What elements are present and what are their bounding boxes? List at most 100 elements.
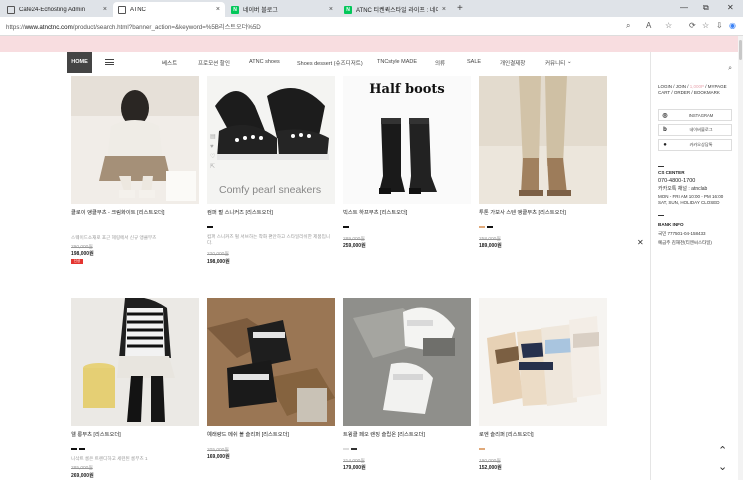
product-card[interactable]: Half boots 빅스트 하프부츠 [리스트오더] 289,000원 259… [343, 76, 471, 276]
list-icon[interactable]: ▤ [210, 134, 217, 141]
close-icon[interactable]: × [103, 6, 107, 13]
blog-icon: b [663, 127, 667, 133]
product-name[interactable]: 예래량드 메쉬 볼 슬리퍼 [리스트오더] [207, 430, 289, 438]
nav-shoes-dessert[interactable]: Shoes dessert (슈즈디저트) [297, 59, 363, 67]
nav-atnc-shoes[interactable]: ATNC shoes [249, 59, 280, 65]
product-image[interactable] [71, 298, 199, 426]
original-price: 220,000원 [207, 252, 229, 257]
product-name[interactable]: 컴퍼 펄 스니커즈 [리스트오더] [207, 208, 273, 216]
close-icon[interactable]: × [216, 6, 220, 13]
sale-price: 259,000원 [343, 243, 366, 249]
chevron-down-icon[interactable]: ⌄ [567, 59, 572, 65]
product-image[interactable] [479, 76, 607, 204]
minimize-icon[interactable]: — [680, 3, 688, 12]
kakao-channel: 카카오톡 채널 : atnclab [658, 186, 708, 192]
nav-tncstyle-made[interactable]: TNCstyle MADE [377, 59, 417, 65]
product-name[interactable]: 트윙클 페오 랜징 슬립온 [리스트오더] [343, 430, 425, 438]
nav-payment[interactable]: 개인결제창 [500, 59, 525, 67]
nav-best[interactable]: 베스트 [162, 59, 177, 67]
search-icon[interactable]: ⌕ [728, 65, 732, 73]
zoom-icon[interactable]: ⌕ [626, 21, 630, 31]
original-price: 290,000원 [71, 245, 93, 250]
nav-community[interactable]: 커뮤니티 [545, 59, 565, 67]
product-name[interactable]: 클로이 앵클부츠 - 크림화이트 [리스트오더] [71, 208, 164, 216]
new-badge: 신상 [71, 259, 83, 264]
kakao-talk-button[interactable]: ● 카카오상담톡 [658, 139, 732, 151]
product-image[interactable] [71, 76, 199, 204]
instagram-button[interactable]: ◎ INSTAGRAM [658, 109, 732, 121]
tab-cafe24[interactable]: Cafe24-Echosting Admin × [2, 2, 112, 17]
new-tab-button[interactable]: + [457, 3, 463, 14]
close-window-icon[interactable]: ✕ [727, 3, 734, 12]
divider [658, 215, 664, 216]
product-description: 스웨이드소재로 포근 헤링에서 신규 앵클부츠 [71, 235, 157, 240]
scrollbar[interactable] [738, 36, 743, 480]
product-name[interactable]: 빅스트 하프부츠 [리스트오더] [343, 208, 407, 216]
swatch [479, 448, 485, 450]
naver-icon: N [231, 5, 239, 14]
nav-promotion[interactable]: 프로모션 할인 [198, 59, 230, 67]
product-card[interactable]: 웰 롱부츠 [리스트오더] 니삭트 롱은 트렌디하고 세련된 롱부츠 1 285… [71, 298, 199, 480]
product-card[interactable]: ▤ ♥ ♡ ⇱ Comfy pearl sneakers 컴퍼 펄 스니커즈 [… [207, 76, 335, 276]
url-text[interactable]: https://www.atnctnc.com/product/search.h… [6, 22, 261, 31]
scrollbar-thumb[interactable] [739, 40, 742, 60]
page-icon [7, 5, 15, 14]
sale-price: 169,000원 [207, 454, 230, 460]
tab-naver-blog[interactable]: N 네이버 블로그 × [226, 2, 338, 17]
heart-icon[interactable]: ♡ [210, 154, 217, 161]
scroll-up-icon[interactable]: ⌃ [718, 444, 727, 457]
image-caption: Half boots [369, 82, 445, 97]
product-image[interactable]: Half boots [343, 76, 471, 204]
read-aloud-icon[interactable]: A [646, 21, 651, 30]
product-name[interactable]: 투톤 가보사 스텐 앵클부츠 [리스트오더] [479, 208, 566, 216]
product-card[interactable]: 클로이 앵클부츠 - 크림화이트 [리스트오더] 스웨이드소재로 포근 헤링에서… [71, 76, 199, 276]
sale-price: 198,000원 [71, 251, 94, 257]
nav-clothing[interactable]: 의류 [435, 59, 445, 67]
account-links[interactable]: LOGIN / JOIN / 1,000P / MYPAGE CART / OR… [658, 84, 727, 96]
product-image[interactable] [479, 298, 607, 426]
product-card[interactable]: 트윙클 페오 랜징 슬립온 [리스트오더] 214,000원 179,000원 [343, 298, 471, 480]
original-price: 190,000원 [479, 459, 501, 464]
divider [658, 166, 664, 167]
product-card[interactable]: 로엔 슬리퍼 [리스트오더] 190,000원 152,000원 [479, 298, 607, 480]
favorites-icon[interactable]: ☆ [702, 21, 709, 30]
expand-icon[interactable]: ⇱ [210, 164, 217, 171]
close-icon[interactable]: × [329, 6, 333, 13]
product-description: 니삭트 롱은 트렌디하고 세련된 롱부츠 1 [71, 456, 148, 461]
cs-center-title: CS CENTER [658, 170, 685, 175]
close-icon[interactable]: × [442, 6, 446, 13]
downloads-icon[interactable]: ⇩ [716, 21, 723, 30]
product-name[interactable]: 웰 롱부츠 [리스트오더] [71, 430, 121, 438]
copilot-icon[interactable]: ◉ [729, 21, 736, 30]
home-button[interactable]: HOME [67, 52, 92, 73]
tab-title: 네이버 블로그 [243, 8, 278, 14]
like-icon[interactable]: ♥ [210, 144, 217, 151]
favorite-icon[interactable]: ☆ [665, 21, 672, 30]
product-card[interactable]: 투톤 가보사 스텐 앵클부츠 [리스트오더] 258,000원 189,000원 [479, 76, 607, 276]
swatch [479, 226, 485, 228]
scroll-down-icon[interactable]: ⌄ [718, 460, 727, 473]
tab-title: Cafe24-Echosting Admin [19, 6, 86, 13]
naver-blog-button[interactable]: b 네이버블로그 [658, 124, 732, 136]
kakao-icon: ● [663, 142, 667, 148]
tab-atnc-naver[interactable]: N ATNC 티켄퀵스타일 라이프 : 네이 × [339, 2, 451, 17]
product-image[interactable]: ▤ ♥ ♡ ⇱ Comfy pearl sneakers [207, 76, 335, 204]
menu-icon[interactable] [105, 59, 114, 65]
product-image[interactable] [207, 298, 335, 426]
address-bar[interactable]: https://www.atnctnc.com/product/search.h… [0, 17, 743, 36]
close-icon[interactable]: ✕ [637, 238, 644, 247]
original-price: 205,000원 [207, 448, 229, 453]
product-name[interactable]: 로엔 슬리퍼 [리스트오더] [479, 430, 534, 438]
product-image[interactable] [343, 298, 471, 426]
swatch [343, 448, 349, 450]
tab-atnc[interactable]: ATNC × [113, 2, 225, 17]
bank-info-title: BANK INFO [658, 222, 684, 227]
refresh-icon[interactable]: ⟳ [689, 21, 696, 30]
sale-price: 179,000원 [343, 465, 366, 471]
product-card[interactable]: 예래량드 메쉬 볼 슬리퍼 [리스트오더] 205,000원 169,000원 [207, 298, 335, 480]
restore-icon[interactable]: ⧉ [703, 3, 709, 13]
nav-sale[interactable]: SALE [467, 59, 481, 65]
swatch [343, 226, 349, 228]
tab-title: ATNC [130, 6, 146, 13]
page-icon [118, 5, 126, 14]
